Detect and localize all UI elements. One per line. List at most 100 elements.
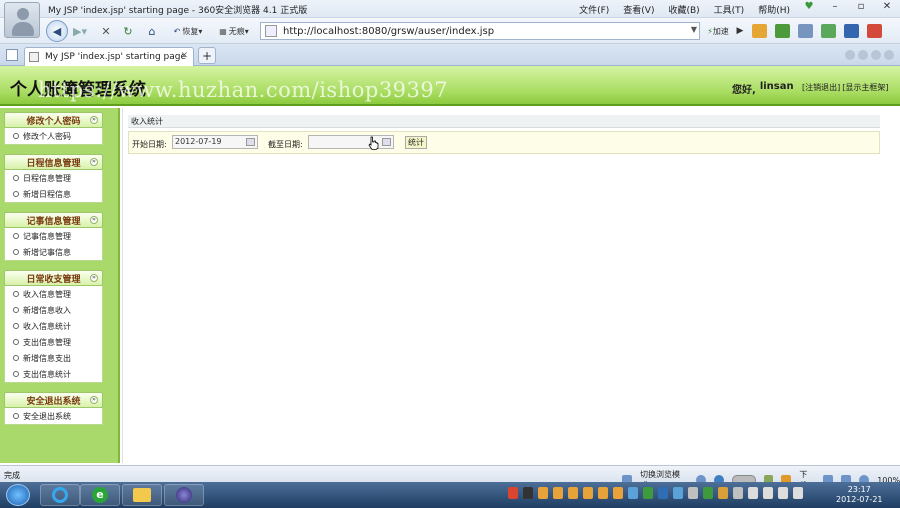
tray-app-icon[interactable] <box>718 487 728 499</box>
logout-link[interactable]: [注销退出] <box>802 82 840 93</box>
user-avatar-icon[interactable] <box>4 2 40 38</box>
sidebar-item-income-add[interactable]: 新增信息收入 <box>5 302 102 318</box>
accelerate-button[interactable]: ⚡ 加速 <box>704 22 732 40</box>
chevron-down-icon[interactable]: ▼ <box>691 25 697 34</box>
menu-tools[interactable]: 工具(T) <box>714 3 745 16</box>
menu-favorites[interactable]: 收藏(B) <box>668 3 699 16</box>
end-date-input[interactable] <box>308 135 394 149</box>
menu-group-title[interactable]: 日程信息管理» <box>4 154 103 170</box>
app-store-icon[interactable] <box>752 24 767 38</box>
calendar-icon[interactable] <box>246 138 255 146</box>
tray-qq-icon[interactable] <box>523 487 533 499</box>
sidebar-item-income-stats[interactable]: 收入信息统计 <box>5 318 102 334</box>
ie-icon <box>52 487 68 503</box>
start-date-input[interactable]: 2012-07-19 <box>172 135 258 149</box>
stop-icon[interactable]: ✕ <box>98 22 114 40</box>
sidebar-item-schedule-add[interactable]: 新增日程信息 <box>5 186 102 202</box>
address-bar[interactable]: http://localhost:8080/grsw/auser/index.j… <box>260 22 700 40</box>
tab-list-icon[interactable] <box>845 50 855 60</box>
minimize-button[interactable]: – <box>828 1 842 12</box>
home-icon[interactable]: ⌂ <box>144 22 160 40</box>
url-text[interactable]: http://localhost:8080/grsw/auser/index.j… <box>283 26 494 37</box>
skin-icon[interactable]: ♥ <box>802 1 816 12</box>
forward-button[interactable]: ▶▾ <box>70 22 90 40</box>
home-frame-link[interactable]: [显示主框架] <box>842 82 888 93</box>
sidebar-item-change-password[interactable]: 修改个人密码 <box>5 128 102 144</box>
tray-app-icon[interactable] <box>733 487 743 499</box>
menu-group-title[interactable]: 记事信息管理» <box>4 212 103 228</box>
translate-icon[interactable] <box>821 24 836 38</box>
menu-help[interactable]: 帮助(H) <box>758 3 790 16</box>
taskbar-360-browser[interactable]: e <box>80 484 120 506</box>
game-icon[interactable] <box>867 24 882 38</box>
tray-qq-icon[interactable] <box>613 487 623 499</box>
tray-flag-icon[interactable] <box>748 487 758 499</box>
sidebar-item-logout[interactable]: 安全退出系统 <box>5 408 102 424</box>
refresh-icon[interactable]: ↻ <box>120 22 136 40</box>
mail-icon[interactable] <box>844 24 859 38</box>
window-title: My JSP 'index.jsp' starting page - 360安全… <box>48 6 308 16</box>
sidebar-item-expense-stats[interactable]: 支出信息统计 <box>5 366 102 382</box>
calendar-icon[interactable] <box>382 138 391 146</box>
stats-submit-button[interactable]: 统计 <box>405 136 427 149</box>
sidebar-item-notes-manage[interactable]: 记事信息管理 <box>5 228 102 244</box>
start-button[interactable] <box>6 484 30 506</box>
menu-file[interactable]: 文件(F) <box>579 3 609 16</box>
sidebar-item-expense-manage[interactable]: 支出信息管理 <box>5 334 102 350</box>
tab-menu-icon[interactable] <box>884 50 894 60</box>
incognito-button[interactable]: ▦ 无痕 ▾ <box>214 22 254 40</box>
sidebar-item-notes-add[interactable]: 新增记事信息 <box>5 244 102 260</box>
close-button[interactable]: ✕ <box>880 1 894 12</box>
tray-battery-icon[interactable] <box>778 487 788 499</box>
collapse-icon[interactable]: » <box>90 396 98 404</box>
sidebar-item-expense-add[interactable]: 新增信息支出 <box>5 350 102 366</box>
back-button[interactable]: ◀ <box>46 20 68 42</box>
close-icon[interactable]: ✕ <box>180 51 188 61</box>
new-tab-button[interactable]: + <box>198 47 216 64</box>
sidebar-toggle-icon[interactable] <box>6 49 18 61</box>
tab-next-icon[interactable] <box>871 50 881 60</box>
tray-qq-icon[interactable] <box>538 487 548 499</box>
tab-title: My JSP 'index.jsp' starting page <box>45 52 187 62</box>
main-content <box>122 108 892 463</box>
tab-prev-icon[interactable] <box>858 50 868 60</box>
tray-app-icon[interactable] <box>673 487 683 499</box>
menu-group-title[interactable]: 修改个人密码» <box>4 112 103 128</box>
tray-app-icon[interactable] <box>628 487 638 499</box>
collapse-icon[interactable]: » <box>90 216 98 224</box>
favorites-icon[interactable] <box>775 24 790 38</box>
tray-app-icon[interactable] <box>643 487 653 499</box>
tray-qq-icon[interactable] <box>598 487 608 499</box>
tray-volume-icon[interactable] <box>793 487 803 499</box>
menu-group-title[interactable]: 安全退出系统» <box>4 392 103 408</box>
menu-view[interactable]: 查看(V) <box>623 3 654 16</box>
tray-app-icon[interactable] <box>508 487 518 499</box>
tray-app-icon[interactable] <box>703 487 713 499</box>
tray-shield-icon[interactable] <box>658 487 668 499</box>
tray-qq-icon[interactable] <box>568 487 578 499</box>
tray-app-icon[interactable] <box>688 487 698 499</box>
system-clock[interactable]: 23:17 2012-07-21 <box>836 485 883 505</box>
taskbar-eclipse[interactable] <box>164 484 204 506</box>
taskbar-explorer[interactable] <box>122 484 162 506</box>
collapse-icon[interactable]: » <box>90 116 98 124</box>
income-stats-form: 开始日期: 2012-07-19 截至日期: 统计 <box>128 131 880 154</box>
os-taskbar: e 23:17 2012-07-21 <box>0 482 900 508</box>
tab-active[interactable]: My JSP 'index.jsp' starting page ✕ <box>24 47 194 66</box>
sidebar-item-schedule-manage[interactable]: 日程信息管理 <box>5 170 102 186</box>
screenshot-icon[interactable] <box>798 24 813 38</box>
menu-group-title[interactable]: 日常收支管理» <box>4 270 103 286</box>
menu-group-exit: 安全退出系统» 安全退出系统 <box>4 392 103 425</box>
sidebar-item-income-manage[interactable]: 收入信息管理 <box>5 286 102 302</box>
taskbar-ie[interactable] <box>40 484 80 506</box>
recover-button[interactable]: ↶ 恢复 ▾ <box>166 22 210 40</box>
collapse-icon[interactable]: » <box>90 274 98 282</box>
tray-qq-icon[interactable] <box>583 487 593 499</box>
maximize-button[interactable]: ▫ <box>854 1 868 12</box>
window-controls: ♥ – ▫ ✕ <box>802 1 894 12</box>
tray-network-icon[interactable] <box>763 487 773 499</box>
tray-qq-icon[interactable] <box>553 487 563 499</box>
menu-group-schedule: 日程信息管理» 日程信息管理 新增日程信息 <box>4 154 103 203</box>
collapse-icon[interactable]: » <box>90 158 98 166</box>
go-button[interactable]: ▶ <box>734 22 746 40</box>
